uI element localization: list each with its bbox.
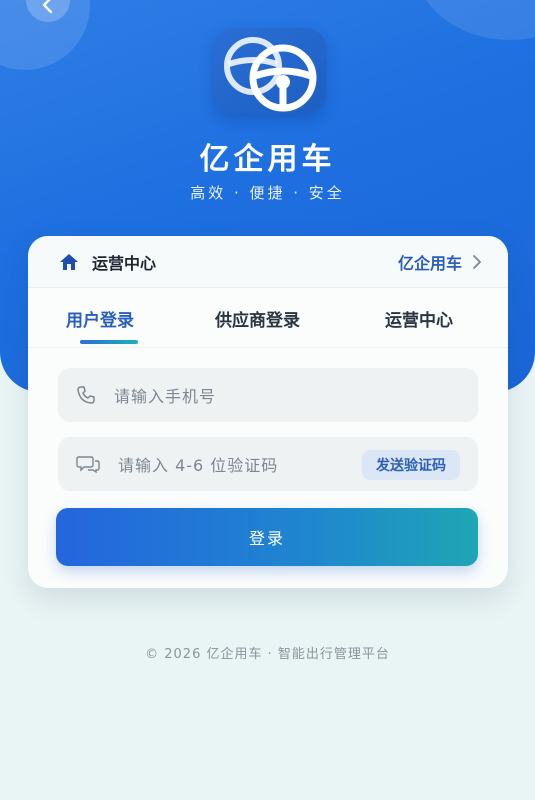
app-title: 亿企用车: [199, 142, 336, 177]
app-logo: [213, 28, 326, 114]
tab-supplier-login[interactable]: 供应商登录: [215, 306, 300, 331]
footer-copyright: © 2026 亿企用车 · 智能出行管理平台: [145, 647, 390, 662]
login-button[interactable]: 登录: [56, 508, 478, 566]
code-field[interactable]: 请输入 4-6 位验证码 发送验证码: [58, 437, 478, 491]
tab-ops-center[interactable]: 运营中心: [385, 306, 453, 331]
phone-field[interactable]: 请输入手机号: [58, 368, 478, 422]
home-icon: [60, 253, 78, 270]
send-code-button[interactable]: 发送验证码: [362, 450, 460, 480]
header-left-label: 运营中心: [92, 253, 157, 273]
login-tabs: 用户登录 供应商登录 运营中心: [28, 288, 508, 348]
tab-user-login[interactable]: 用户登录: [66, 306, 134, 331]
card-header: 运营中心 亿企用车: [28, 236, 508, 288]
chevron-left-icon: [42, 0, 53, 14]
code-input[interactable]: 请输入 4-6 位验证码: [118, 452, 278, 476]
chat-icon: [76, 456, 100, 474]
ops-center-header: 运营中心: [58, 250, 156, 274]
switch-app-link[interactable]: 亿企用车: [398, 250, 482, 274]
decorative-bubble: [415, 0, 535, 40]
app-subtitle: 高效 · 便捷 · 安全: [190, 184, 345, 202]
steering-wheel-icon: [224, 37, 317, 112]
login-card: 运营中心 亿企用车 用户登录 供应商登录 运营中心 请输入手机号 请输入 4-6…: [28, 236, 508, 588]
header-right-label: 亿企用车: [397, 253, 462, 273]
active-tab-indicator: [80, 340, 138, 344]
chevron-right-icon: [473, 254, 482, 269]
phone-input[interactable]: 请输入手机号: [114, 383, 216, 407]
phone-icon: [77, 386, 95, 404]
